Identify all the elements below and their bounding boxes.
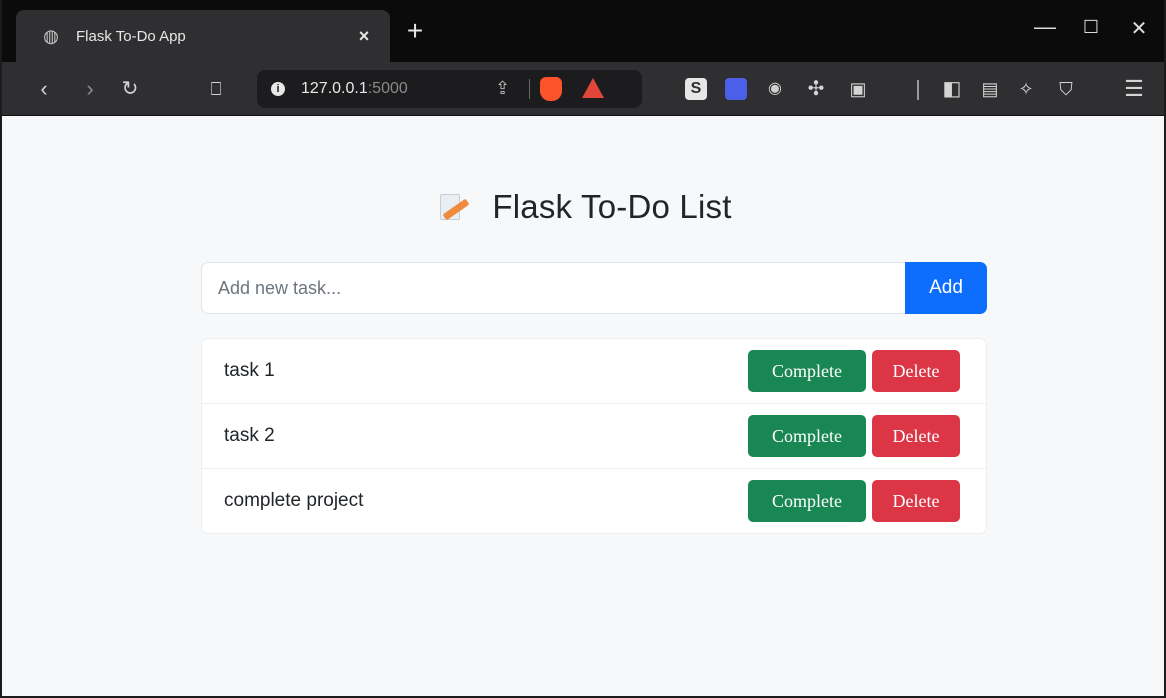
extensions-puzzle-icon[interactable]: ✣ bbox=[802, 75, 830, 103]
task-text: complete project bbox=[224, 490, 364, 511]
task-input[interactable] bbox=[201, 262, 905, 314]
page-content: Flask To-Do List Add task 1 Complete Del… bbox=[2, 116, 1164, 696]
extension-blue-icon[interactable] bbox=[725, 78, 747, 100]
page-title: Flask To-Do List bbox=[2, 188, 1164, 226]
maximize-icon[interactable]: ☐ bbox=[1076, 17, 1106, 38]
url-port: :5000 bbox=[367, 80, 408, 97]
browser-window: ◍ Flask To-Do App × + — ☐ ✕ ‹ › ↻ ⎕ i 12… bbox=[0, 0, 1166, 698]
extension-s-icon[interactable]: S bbox=[685, 78, 707, 100]
task-row: task 2 Complete Delete bbox=[202, 404, 986, 469]
vpn-icon[interactable]: ⛉ bbox=[1052, 75, 1080, 103]
leo-icon[interactable]: ✧ bbox=[1012, 75, 1040, 103]
task-row: task 1 Complete Delete bbox=[202, 339, 986, 404]
globe-icon: ◍ bbox=[43, 26, 59, 46]
complete-button[interactable]: Complete bbox=[748, 350, 866, 392]
task-text: task 2 bbox=[224, 425, 275, 446]
minimize-icon[interactable]: — bbox=[1030, 14, 1060, 40]
new-tab-icon[interactable]: + bbox=[400, 16, 430, 46]
add-button[interactable]: Add bbox=[905, 262, 987, 314]
share-icon[interactable]: ⇪ bbox=[495, 78, 510, 99]
page-title-text: Flask To-Do List bbox=[492, 188, 732, 225]
brave-shield-icon[interactable] bbox=[540, 77, 562, 101]
task-row: complete project Complete Delete bbox=[202, 469, 986, 533]
toolbar-divider bbox=[917, 80, 919, 100]
screenshot-icon[interactable]: ▣ bbox=[844, 75, 872, 103]
menu-icon[interactable]: ☰ bbox=[1120, 75, 1148, 103]
url-host: 127.0.0.1 bbox=[301, 80, 368, 97]
forward-icon[interactable]: › bbox=[76, 75, 104, 103]
complete-button[interactable]: Complete bbox=[748, 480, 866, 522]
tab-bar: ◍ Flask To-Do App × + — ☐ ✕ bbox=[2, 0, 1164, 62]
sidebar-icon[interactable]: ◧ bbox=[938, 75, 966, 103]
bookmark-icon[interactable]: ⎕ bbox=[202, 75, 230, 103]
window-close-icon[interactable]: ✕ bbox=[1124, 16, 1154, 41]
complete-button[interactable]: Complete bbox=[748, 415, 866, 457]
delete-button[interactable]: Delete bbox=[872, 480, 960, 522]
back-icon[interactable]: ‹ bbox=[30, 75, 58, 103]
wallet-icon[interactable]: ▤ bbox=[976, 75, 1004, 103]
tab-title: Flask To-Do App bbox=[76, 27, 186, 45]
brave-rewards-icon[interactable] bbox=[582, 78, 604, 98]
close-tab-icon[interactable]: × bbox=[352, 26, 376, 47]
reload-icon[interactable]: ↻ bbox=[116, 75, 144, 103]
tab-flask-todo[interactable]: ◍ Flask To-Do App × bbox=[16, 10, 390, 62]
browser-toolbar: ‹ › ↻ ⎕ i 127.0.0.1:5000 ⇪ S ◉ ✣ ▣ ◧ ▤ ✧… bbox=[2, 62, 1164, 116]
info-icon[interactable]: i bbox=[271, 82, 285, 96]
memo-icon bbox=[434, 190, 470, 224]
add-task-form: Add bbox=[201, 262, 987, 314]
extension-camera-icon[interactable]: ◉ bbox=[764, 78, 786, 100]
address-bar[interactable]: i 127.0.0.1:5000 ⇪ bbox=[257, 70, 642, 108]
url-divider bbox=[529, 79, 530, 99]
task-list: task 1 Complete Delete task 2 Complete D… bbox=[201, 338, 987, 534]
delete-button[interactable]: Delete bbox=[872, 415, 960, 457]
delete-button[interactable]: Delete bbox=[872, 350, 960, 392]
task-text: task 1 bbox=[224, 360, 275, 381]
